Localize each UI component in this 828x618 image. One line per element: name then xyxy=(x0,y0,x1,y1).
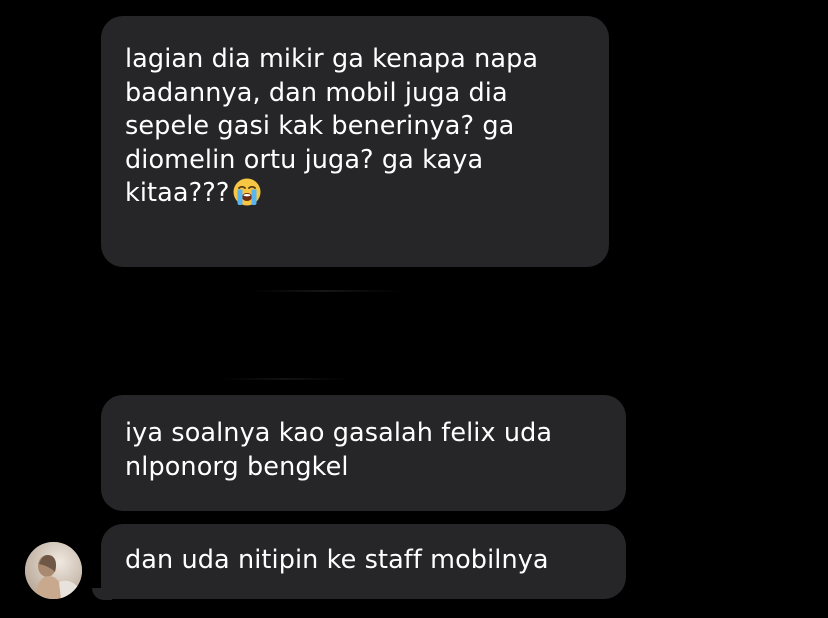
message-bubble[interactable]: dan uda nitipin ke staff mobilnya xyxy=(101,524,626,599)
message-bubble[interactable]: lagian dia mikir ga kenapa napa badannya… xyxy=(101,16,609,267)
divider-shadow xyxy=(250,290,400,292)
message-line: dan uda nitipin ke staff mobilnya xyxy=(125,545,549,575)
message-line: diomelin ortu juga? ga kaya xyxy=(125,144,484,175)
divider-shadow xyxy=(220,378,350,380)
message-bubble[interactable]: iya soalnya kao gasalah felix uda nlpono… xyxy=(101,395,626,511)
avatar[interactable] xyxy=(25,542,82,599)
message-line: sepele gasi kak benerinya? ga xyxy=(125,111,515,141)
message-line: nlponorg bengkel xyxy=(125,451,349,482)
message-line: kitaa??? xyxy=(125,178,230,208)
message-line: badannya, dan mobil juga dia xyxy=(125,77,508,108)
loudly-crying-face-icon xyxy=(232,177,262,217)
message-line: iya soalnya kao gasalah felix uda xyxy=(125,418,553,448)
avatar-photo-icon xyxy=(25,542,82,599)
message-line: lagian dia mikir ga kenapa napa xyxy=(125,44,539,74)
